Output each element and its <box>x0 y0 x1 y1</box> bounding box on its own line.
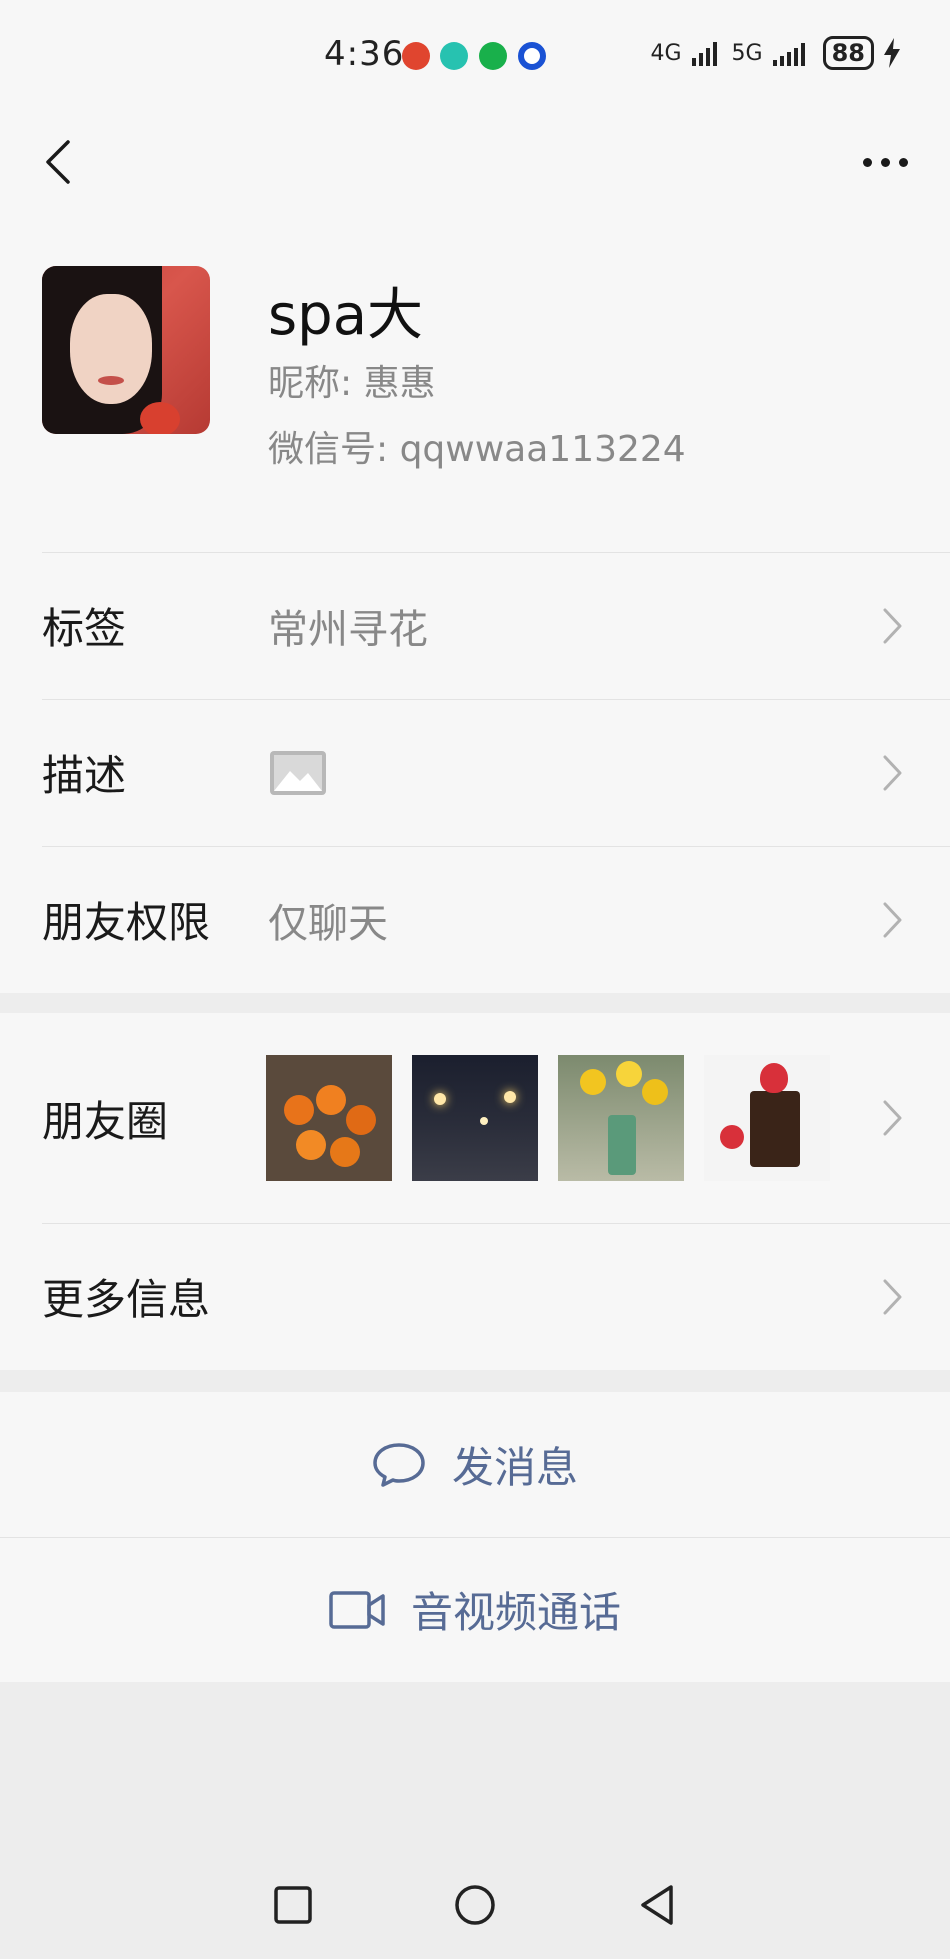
cell-label: 更多信息 <box>42 1275 211 1324</box>
status-indicators: 4G 5G 88 <box>650 36 900 70</box>
street-light <box>434 1093 446 1105</box>
dot <box>862 157 872 167</box>
strawberry <box>760 1063 788 1093</box>
signal-bars-icon <box>772 43 805 66</box>
video-call-button[interactable]: 音视频通话 <box>0 1537 950 1682</box>
chevron-right-icon <box>883 608 902 643</box>
send-message-button[interactable]: 发消息 <box>0 1392 950 1537</box>
send-message-label: 发消息 <box>451 1443 578 1492</box>
strawberry <box>720 1125 744 1149</box>
cell-more-info[interactable]: 更多信息 <box>0 1223 950 1370</box>
cell-label: 标签 <box>42 604 127 653</box>
profile-wechat-id: 微信号: qqwwaa113224 <box>268 429 686 470</box>
cell-value: 常州寻花 <box>268 606 428 653</box>
avatar[interactable] <box>42 266 210 434</box>
divider <box>42 699 950 700</box>
avatar-lips <box>98 376 124 385</box>
actions-group: 发消息 音视频通话 <box>0 1392 950 1682</box>
tomato <box>316 1085 346 1115</box>
back-button[interactable] <box>30 134 86 190</box>
signal-4g: 4G <box>650 40 682 66</box>
moments-cell-group: 朋友圈 更多信息 <box>0 1013 950 1370</box>
chevron-right-icon <box>883 755 902 790</box>
chocolate <box>750 1091 800 1167</box>
tomato <box>296 1130 326 1160</box>
profile-name: spa大 <box>268 283 424 348</box>
home-button[interactable] <box>453 1883 497 1927</box>
cell-label: 朋友圈 <box>42 1096 169 1146</box>
moments-thumbnail[interactable] <box>558 1055 684 1181</box>
huawei-icon <box>402 42 430 70</box>
cell-description[interactable]: 描述 <box>0 699 950 846</box>
divider <box>0 1537 950 1538</box>
profile-header: spa大 昵称: 惠惠 微信号: qqwwaa113224 <box>0 212 950 552</box>
more-options-button[interactable] <box>850 134 920 190</box>
system-navigation-bar <box>0 1850 950 1959</box>
status-time: 4:36 <box>324 34 405 74</box>
daffodil <box>616 1061 642 1087</box>
profile-nickname: 昵称: 惠惠 <box>268 363 436 404</box>
tomato <box>346 1105 376 1135</box>
back-nav-button[interactable] <box>637 1883 677 1927</box>
moments-thumbnails <box>266 1055 830 1181</box>
cell-value: 仅聊天 <box>268 900 388 947</box>
info-cell-group: 标签 常州寻花 描述 朋友权限 仅聊天 <box>0 552 950 993</box>
dot <box>880 157 890 167</box>
app-icon <box>479 42 507 70</box>
cell-label: 朋友权限 <box>42 898 211 947</box>
video-call-label: 音视频通话 <box>410 1588 621 1637</box>
chat-bubble-icon <box>373 1442 425 1487</box>
signal-bars-icon <box>691 42 717 66</box>
moments-thumbnail[interactable] <box>704 1055 830 1181</box>
chevron-left-icon <box>46 140 70 184</box>
charging-icon <box>884 38 900 68</box>
tomato <box>330 1137 360 1167</box>
divider <box>42 552 950 553</box>
cell-tags[interactable]: 标签 常州寻花 <box>0 552 950 699</box>
vase <box>608 1115 636 1175</box>
chevron-right-icon <box>883 1279 902 1314</box>
avatar-face <box>70 294 152 404</box>
circle-app-icon <box>518 42 546 70</box>
chevron-right-icon <box>883 1100 902 1136</box>
daffodil <box>580 1069 606 1095</box>
moments-thumbnail[interactable] <box>412 1055 538 1181</box>
cell-moments[interactable]: 朋友圈 <box>0 1013 950 1223</box>
divider <box>42 846 950 847</box>
chevron-right-icon <box>883 902 902 937</box>
avatar-flower <box>140 402 180 434</box>
shield-icon <box>440 42 468 70</box>
divider <box>42 1223 950 1224</box>
daffodil <box>642 1079 668 1105</box>
top-nav-bar <box>0 112 950 212</box>
cell-label: 描述 <box>42 751 127 800</box>
battery-indicator: 88 <box>822 36 874 70</box>
cell-friend-permissions[interactable]: 朋友权限 仅聊天 <box>0 846 950 993</box>
tomato <box>284 1095 314 1125</box>
street-light <box>480 1117 488 1125</box>
image-icon <box>270 751 326 795</box>
street-light <box>504 1091 516 1103</box>
recent-apps-button[interactable] <box>273 1885 313 1925</box>
dot <box>898 157 908 167</box>
status-bar: 4:36 4G 5G 88 <box>0 0 950 112</box>
signal-5g: 5G <box>731 40 763 66</box>
video-camera-icon <box>329 1590 385 1629</box>
moments-thumbnail[interactable] <box>266 1055 392 1181</box>
